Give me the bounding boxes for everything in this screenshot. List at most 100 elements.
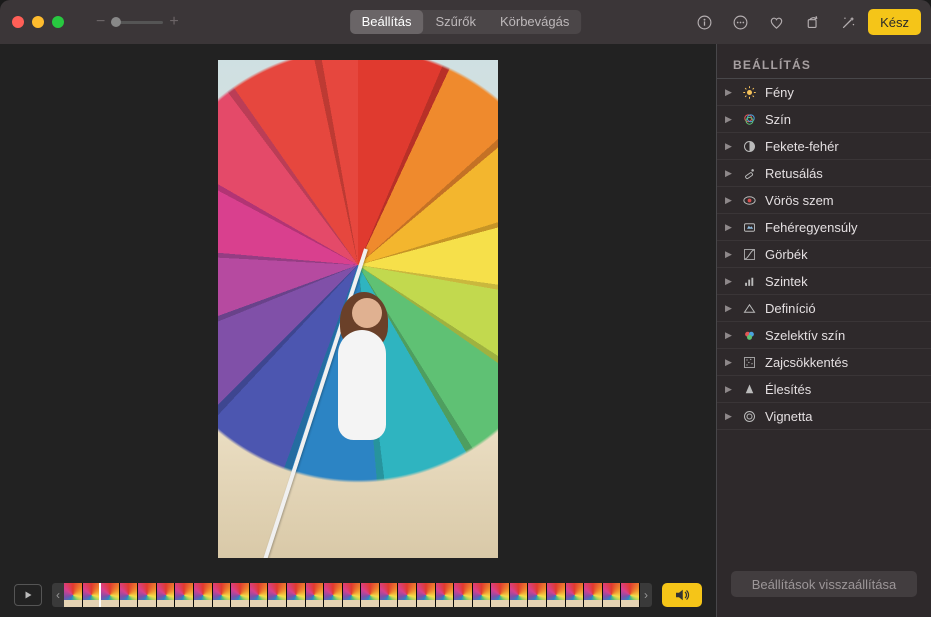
adjustment-item-vignette[interactable]: ▶Vignetta bbox=[717, 403, 931, 430]
speaker-icon bbox=[673, 586, 691, 604]
favorite-button[interactable] bbox=[760, 9, 792, 35]
timeline-frame[interactable] bbox=[324, 583, 343, 607]
done-button[interactable]: Kész bbox=[868, 9, 921, 35]
timeline-frame[interactable] bbox=[510, 583, 529, 607]
window-controls bbox=[12, 16, 64, 28]
timeline-strip[interactable]: ‹ › bbox=[52, 583, 652, 607]
timeline-frame[interactable] bbox=[64, 583, 83, 607]
body: ‹ › BEÁLLÍTÁS ▶Fény▶Szín▶Fekete-fehér▶Re… bbox=[0, 44, 931, 617]
adjustment-item-light[interactable]: ▶Fény bbox=[717, 79, 931, 106]
timeline-frame[interactable] bbox=[584, 583, 603, 607]
adjustment-item-definition[interactable]: ▶ Definíció bbox=[717, 295, 931, 322]
adjustment-item-bw[interactable]: ▶ Fekete-fehér bbox=[717, 133, 931, 160]
tab-filters[interactable]: Szűrők bbox=[424, 10, 488, 34]
rotate-button[interactable] bbox=[796, 9, 828, 35]
timeline-frame[interactable] bbox=[120, 583, 139, 607]
chevron-right-icon: ▶ bbox=[725, 87, 733, 98]
timeline-frame[interactable] bbox=[213, 583, 232, 607]
photo bbox=[218, 60, 498, 558]
info-button[interactable] bbox=[688, 9, 720, 35]
sharpen-icon bbox=[742, 382, 757, 397]
zoom-track[interactable] bbox=[111, 21, 163, 24]
adjustments-sidebar: BEÁLLÍTÁS ▶Fény▶Szín▶Fekete-fehér▶Retusá… bbox=[716, 44, 931, 617]
definition-icon bbox=[742, 301, 757, 316]
chevron-right-icon: ▶ bbox=[725, 330, 733, 341]
zoom-knob[interactable] bbox=[111, 17, 121, 27]
adjustment-item-redeye[interactable]: ▶Vörös szem bbox=[717, 187, 931, 214]
autoenhance-button[interactable] bbox=[832, 9, 864, 35]
tab-crop[interactable]: Körbevágás bbox=[488, 10, 581, 34]
timeline-frame[interactable] bbox=[473, 583, 492, 607]
tab-adjust[interactable]: Beállítás bbox=[350, 10, 424, 34]
playhead[interactable] bbox=[99, 583, 101, 607]
photo-canvas[interactable] bbox=[0, 44, 716, 573]
more-button[interactable] bbox=[724, 9, 756, 35]
edit-mode-tabs: Beállítás Szűrők Körbevágás bbox=[350, 10, 582, 34]
adjustment-item-noisereduction[interactable]: ▶Zajcsökkentés bbox=[717, 349, 931, 376]
timeline-frame[interactable] bbox=[175, 583, 194, 607]
whitebalance-icon bbox=[742, 220, 757, 235]
timeline-frame[interactable] bbox=[250, 583, 269, 607]
timeline-frame[interactable] bbox=[528, 583, 547, 607]
timeline-frame[interactable] bbox=[138, 583, 157, 607]
timeline-frame[interactable] bbox=[417, 583, 436, 607]
timeline-frame[interactable] bbox=[621, 583, 640, 607]
toolbar-right: Kész bbox=[688, 9, 921, 35]
timeline-frame[interactable] bbox=[268, 583, 287, 607]
audio-toggle-button[interactable] bbox=[662, 583, 702, 607]
chevron-right-icon: ▶ bbox=[725, 303, 733, 314]
retouch-icon bbox=[742, 166, 757, 181]
timeline-frame[interactable] bbox=[380, 583, 399, 607]
adjustment-label: Fehéregyensúly bbox=[765, 220, 917, 235]
chevron-right-icon: ▶ bbox=[725, 222, 733, 233]
play-button[interactable] bbox=[14, 584, 42, 606]
adjustment-item-whitebalance[interactable]: ▶ Fehéregyensúly bbox=[717, 214, 931, 241]
titlebar: − + Beállítás Szűrők Körbevágás Kész bbox=[0, 0, 931, 44]
chevron-right-icon: ▶ bbox=[725, 168, 733, 179]
timeline-frame[interactable] bbox=[454, 583, 473, 607]
timeline-frame[interactable] bbox=[287, 583, 306, 607]
timeline-frame[interactable] bbox=[436, 583, 455, 607]
curves-icon bbox=[742, 247, 757, 262]
timeline-frame[interactable] bbox=[101, 583, 120, 607]
adjustment-item-curves[interactable]: ▶Görbék bbox=[717, 241, 931, 268]
trim-start-handle[interactable]: ‹ bbox=[52, 583, 64, 607]
adjustment-item-color[interactable]: ▶Szín bbox=[717, 106, 931, 133]
adjustment-label: Fekete-fehér bbox=[765, 139, 917, 154]
chevron-right-icon: ▶ bbox=[725, 141, 733, 152]
adjustment-label: Szintek bbox=[765, 274, 917, 289]
trim-end-handle[interactable]: › bbox=[640, 583, 652, 607]
minimize-window-icon[interactable] bbox=[32, 16, 44, 28]
info-icon bbox=[696, 14, 713, 31]
adjustment-label: Élesítés bbox=[765, 382, 917, 397]
retouch-icon-wrap bbox=[741, 165, 757, 181]
adjustment-item-selectivecolor[interactable]: ▶ Szelektív szín bbox=[717, 322, 931, 349]
chevron-right-icon: ▶ bbox=[725, 357, 733, 368]
whitebalance-icon-wrap bbox=[741, 219, 757, 235]
timeline-frame[interactable] bbox=[603, 583, 622, 607]
adjustment-item-sharpen[interactable]: ▶Élesítés bbox=[717, 376, 931, 403]
adjustment-label: Szelektív szín bbox=[765, 328, 917, 343]
adjustment-label: Szín bbox=[765, 112, 917, 127]
timeline-frame[interactable] bbox=[306, 583, 325, 607]
reset-adjustments-button[interactable]: Beállítások visszaállítása bbox=[731, 571, 917, 597]
adjustment-item-levels[interactable]: ▶Szintek bbox=[717, 268, 931, 295]
zoom-slider[interactable]: − + bbox=[96, 13, 179, 31]
adjustment-label: Definíció bbox=[765, 301, 917, 316]
timeline-frame[interactable] bbox=[547, 583, 566, 607]
close-window-icon[interactable] bbox=[12, 16, 24, 28]
timeline-frame[interactable] bbox=[157, 583, 176, 607]
definition-icon-wrap bbox=[741, 300, 757, 316]
timeline-frame[interactable] bbox=[491, 583, 510, 607]
timeline-frame[interactable] bbox=[231, 583, 250, 607]
timeline-frame[interactable] bbox=[566, 583, 585, 607]
selectivecolor-icon-wrap bbox=[741, 327, 757, 343]
adjustment-item-retouch[interactable]: ▶Retusálás bbox=[717, 160, 931, 187]
fullscreen-window-icon[interactable] bbox=[52, 16, 64, 28]
frames-strip[interactable] bbox=[64, 583, 640, 607]
timeline-frame[interactable] bbox=[194, 583, 213, 607]
timeline-frame[interactable] bbox=[361, 583, 380, 607]
timeline-frame[interactable] bbox=[343, 583, 362, 607]
sidebar-header: BEÁLLÍTÁS bbox=[717, 56, 931, 79]
timeline-frame[interactable] bbox=[398, 583, 417, 607]
